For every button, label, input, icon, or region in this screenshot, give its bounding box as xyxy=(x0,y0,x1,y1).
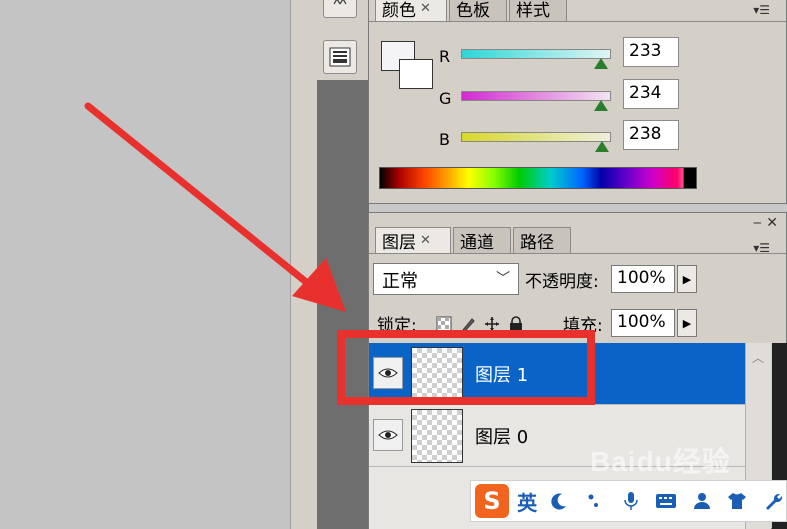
tab-color[interactable]: 颜色 ✕ xyxy=(375,0,447,21)
red-slider-thumb[interactable] xyxy=(594,58,608,69)
layer-visibility-toggle[interactable] xyxy=(373,419,403,451)
user-icon[interactable] xyxy=(688,487,715,515)
tab-divider xyxy=(369,21,786,22)
blend-mode-select[interactable]: 正常 ﹀ xyxy=(373,263,519,295)
panel-menu-icon[interactable]: ▾☰ xyxy=(753,241,770,255)
info-panel-button[interactable] xyxy=(323,40,357,74)
red-value-input[interactable]: 233 xyxy=(623,37,679,67)
punctuation-icon[interactable] xyxy=(582,487,609,515)
sogou-logo[interactable]: S xyxy=(475,484,510,518)
panel-minimize-close-icons[interactable]: ‒ ✕ xyxy=(753,215,778,231)
opacity-input[interactable]: 100% xyxy=(611,265,675,293)
tab-color-label: 颜色 xyxy=(382,1,416,21)
tab-layers-label: 图层 xyxy=(382,233,416,253)
watermark: Baidu经验 xyxy=(590,446,731,477)
keyboard-icon[interactable] xyxy=(653,487,680,515)
play-arrow-icon: ▶ xyxy=(682,316,692,330)
color-spectrum-bar[interactable] xyxy=(379,167,697,189)
green-value-input[interactable]: 234 xyxy=(623,79,679,109)
tab-styles[interactable]: 样式 xyxy=(509,0,567,21)
collapsed-panel-dock xyxy=(290,0,369,529)
tab-paths[interactable]: 路径 xyxy=(513,227,571,253)
microphone-icon[interactable] xyxy=(617,487,644,515)
tab-styles-label: 样式 xyxy=(516,1,550,21)
red-channel-label: R xyxy=(439,47,451,66)
fill-arrow-button[interactable]: ▶ xyxy=(677,309,697,337)
close-icon[interactable]: ✕ xyxy=(420,1,431,16)
tab-layers[interactable]: 图层 ✕ xyxy=(375,227,451,253)
scroll-up-icon[interactable]: ︿ xyxy=(752,349,764,366)
blue-value-input[interactable]: 238 xyxy=(623,120,679,150)
layer-name[interactable]: 图层 0 xyxy=(475,423,528,449)
document-canvas[interactable] xyxy=(0,0,290,529)
chevron-down-icon: ﹀ xyxy=(496,271,510,287)
tab-divider xyxy=(369,253,786,254)
play-arrow-icon: ▶ xyxy=(682,272,692,286)
ime-language-toggle[interactable]: 英 xyxy=(517,487,537,516)
green-slider[interactable] xyxy=(461,91,611,101)
tab-swatches-label: 色板 xyxy=(456,1,490,21)
blue-slider[interactable] xyxy=(461,132,611,142)
blue-slider-thumb[interactable] xyxy=(595,141,609,152)
close-icon[interactable]: ✕ xyxy=(420,233,431,248)
tab-swatches[interactable]: 色板 xyxy=(449,0,507,21)
red-slider[interactable] xyxy=(461,49,611,59)
background-color-swatch[interactable] xyxy=(399,59,433,89)
black-white-swatch[interactable] xyxy=(683,167,697,189)
opacity-label: 不透明度: xyxy=(525,272,599,292)
collapse-dock-button[interactable] xyxy=(323,0,357,18)
blend-mode-value: 正常 xyxy=(382,271,418,292)
opacity-arrow-button[interactable]: ▶ xyxy=(677,265,697,293)
double-chevron-icon xyxy=(333,0,347,5)
green-channel-label: G xyxy=(439,89,452,108)
ime-toolbar: S 英 xyxy=(470,480,787,522)
eye-icon xyxy=(378,430,398,440)
moon-icon[interactable] xyxy=(546,487,573,515)
shirt-icon[interactable] xyxy=(724,487,751,515)
tab-channels[interactable]: 通道 xyxy=(453,227,511,253)
tab-channels-label: 通道 xyxy=(460,233,494,253)
layer-thumbnail xyxy=(411,409,463,463)
annotation-highlight-box xyxy=(337,330,595,405)
dock-background xyxy=(317,80,369,529)
color-panel: 颜色 ✕ 色板 样式 ▾☰ R 233 G 234 B 238 xyxy=(368,0,787,204)
blue-channel-label: B xyxy=(439,130,450,149)
tab-paths-label: 路径 xyxy=(520,233,554,253)
info-panel-icon xyxy=(329,47,351,67)
fill-input[interactable]: 100% xyxy=(611,309,675,337)
panel-menu-icon[interactable]: ▾☰ xyxy=(753,3,770,17)
wrench-icon[interactable] xyxy=(759,487,786,515)
green-slider-thumb[interactable] xyxy=(594,100,608,111)
